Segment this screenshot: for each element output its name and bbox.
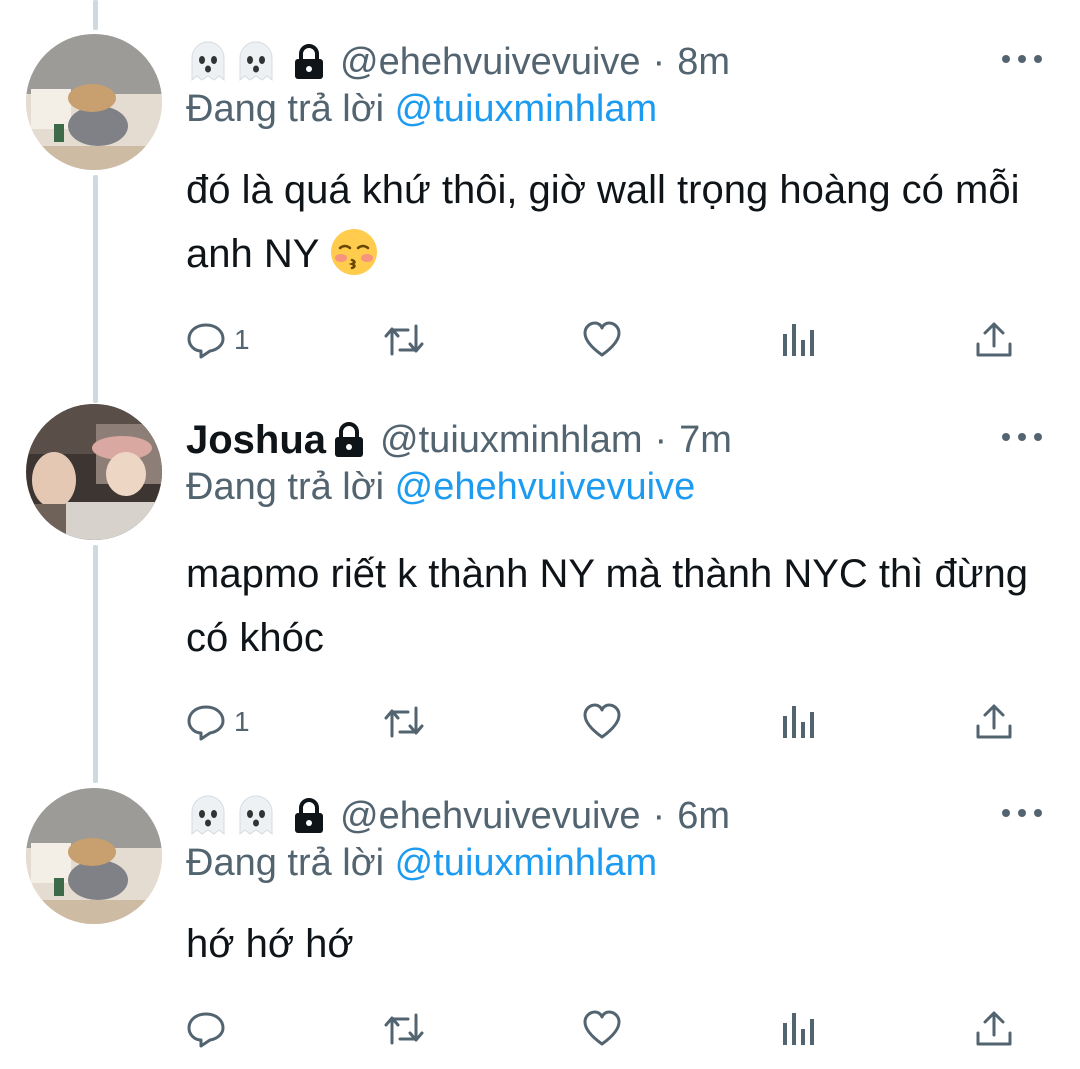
reply-count: 1: [234, 324, 250, 355]
retweet-button[interactable]: [382, 697, 426, 747]
avatar[interactable]: [26, 788, 162, 924]
more-options-icon[interactable]: [1002, 44, 1042, 74]
share-button[interactable]: [974, 1004, 1014, 1054]
user-handle[interactable]: @ehehvuivevuive: [340, 41, 641, 84]
tweet-actions: [186, 1004, 1026, 1054]
more-options-icon[interactable]: [1002, 422, 1042, 452]
lock-icon: [295, 798, 323, 833]
share-icon: [976, 704, 1012, 739]
reply-icon: [187, 1012, 225, 1048]
share-icon: [976, 322, 1012, 357]
reply-mention-link[interactable]: @ehehvuivevuive: [395, 466, 696, 508]
like-button[interactable]: [582, 315, 622, 365]
like-button[interactable]: [582, 697, 622, 747]
timestamp[interactable]: 6m: [677, 795, 730, 838]
tweet-header: @ehehvuivevuive · 6m: [186, 786, 730, 846]
user-handle[interactable]: @tuiuxminhlam: [380, 419, 642, 462]
retweet-button[interactable]: [382, 1004, 426, 1054]
reply-button[interactable]: 1: [186, 315, 250, 365]
more-options-icon[interactable]: [1002, 798, 1042, 828]
kissing-face-blushing-emoji: [331, 229, 378, 275]
reply-context: Đang trả lời @tuiuxminhlam: [186, 88, 657, 131]
user-handle[interactable]: @ehehvuivevuive: [340, 795, 641, 838]
reply-context: Đang trả lời @tuiuxminhlam: [186, 842, 657, 885]
analytics-icon: [783, 1013, 814, 1045]
tweet-text: hớ hớ hớ: [186, 922, 354, 966]
avatar[interactable]: [26, 34, 162, 170]
timestamp[interactable]: 8m: [677, 41, 730, 84]
reply-mention-link[interactable]: @tuiuxminhlam: [395, 88, 657, 130]
analytics-icon: [783, 706, 814, 738]
lock-icon: [335, 422, 364, 457]
views-button[interactable]: [780, 1004, 816, 1054]
like-button[interactable]: [582, 1004, 622, 1054]
ghost-icon: [239, 41, 273, 82]
tweet[interactable]: @ehehvuivevuive · 8m Đang trả lời @tuiux…: [0, 32, 1080, 372]
retweet-icon: [384, 1013, 424, 1045]
tweet-header: @ehehvuivevuive · 8m: [186, 32, 730, 92]
reply-icon: [187, 705, 225, 741]
separator-dot: ·: [654, 418, 668, 461]
reply-button[interactable]: [186, 1004, 234, 1054]
timestamp[interactable]: 7m: [679, 419, 732, 462]
reply-label: Đang trả lời: [186, 842, 385, 884]
tweet-header: Joshua @tuiuxminhlam · 7m: [186, 410, 732, 470]
reply-context: Đang trả lời @ehehvuivevuive: [186, 466, 695, 509]
tweet-text: mapmo riết k thành NY mà thành NYC thì đ…: [186, 552, 1029, 660]
reply-count: 1: [234, 706, 250, 737]
reply-button[interactable]: 1: [186, 697, 250, 747]
share-button[interactable]: [974, 697, 1014, 747]
thread-line: [93, 0, 98, 30]
reply-icon: [187, 323, 225, 359]
reply-label: Đang trả lời: [186, 88, 385, 130]
heart-icon: [583, 1010, 621, 1046]
tweet-text: đó là quá khứ thôi, giờ wall trọng hoàng…: [186, 158, 1036, 286]
separator-dot: ·: [652, 794, 666, 837]
ghost-icon: [191, 41, 225, 82]
analytics-icon: [783, 324, 814, 356]
tweet-actions: 1: [186, 315, 1026, 365]
tweet[interactable]: @ehehvuivevuive · 6m Đang trả lời @tuiux…: [0, 786, 1080, 1069]
tweet-body: đó là quá khứ thôi, giờ wall trọng hoàng…: [186, 168, 1020, 276]
lock-icon: [295, 44, 323, 79]
reply-mention-link[interactable]: @tuiuxminhlam: [395, 842, 657, 884]
retweet-button[interactable]: [382, 315, 426, 365]
share-icon: [976, 1011, 1012, 1046]
retweet-icon: [384, 706, 424, 738]
separator-dot: ·: [652, 40, 666, 83]
reply-label: Đang trả lời: [186, 466, 385, 508]
avatar[interactable]: [26, 404, 162, 540]
ghost-icon: [239, 795, 273, 836]
heart-icon: [583, 321, 621, 357]
views-button[interactable]: [780, 315, 816, 365]
tweet-actions: 1: [186, 697, 1026, 747]
ghost-icon: [191, 795, 225, 836]
tweet[interactable]: Joshua @tuiuxminhlam · 7m Đang trả lời @…: [0, 404, 1080, 760]
share-button[interactable]: [974, 315, 1014, 365]
heart-icon: [583, 703, 621, 739]
views-button[interactable]: [780, 697, 816, 747]
retweet-icon: [384, 324, 424, 356]
display-name[interactable]: Joshua: [186, 418, 326, 463]
